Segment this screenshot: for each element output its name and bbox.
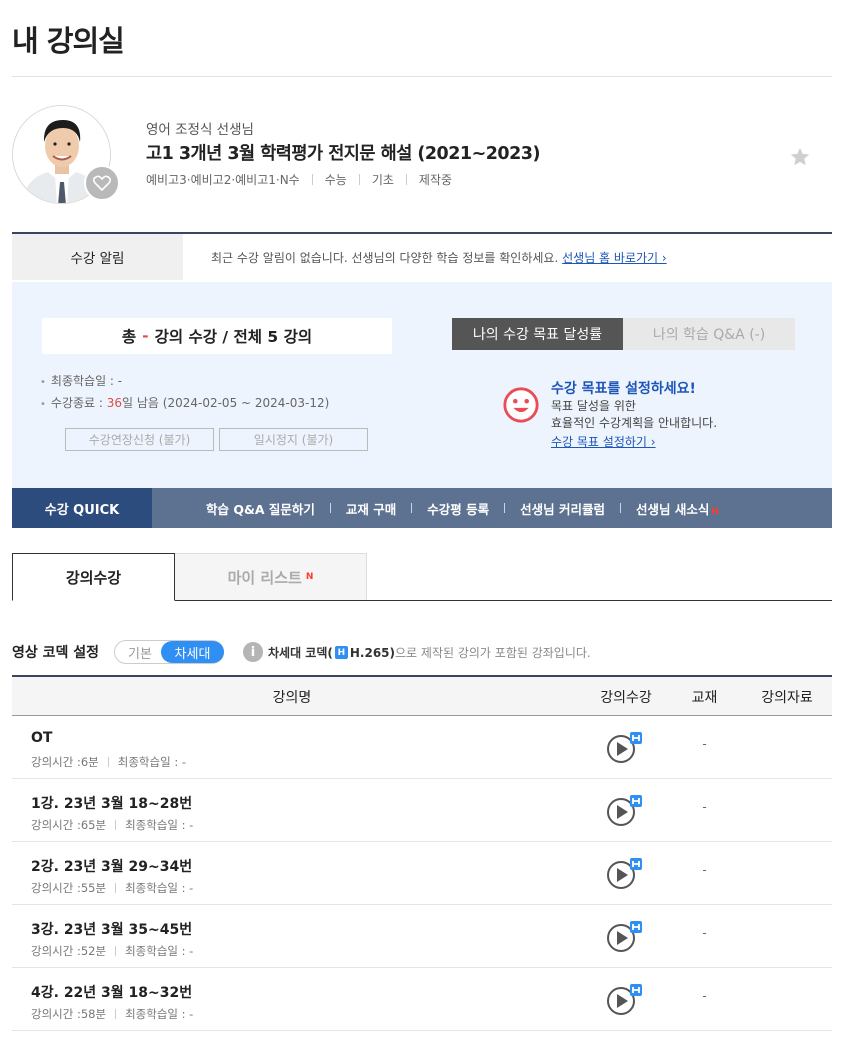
subject-teacher: 영어 조정식 선생님 [146,122,254,138]
lecture-title[interactable]: 3강. 23년 3월 35~45번 [31,919,192,939]
lecture-title[interactable]: 1강. 23년 3월 18~28번 [31,793,192,813]
codec-toggle[interactable]: 기본 차세대 [114,640,224,664]
goal-description: 목표 달성을 위한 효율적인 수강계획을 안내합니다. [551,398,717,432]
lecture-time-label: 강의시간 : [31,818,81,832]
lecture-last-study: 최종학습일 : - [125,1007,194,1021]
tab-my-list-label: 마이 리스트 [227,568,302,587]
play-icon[interactable] [606,983,646,1017]
lecture-time: 52분 [80,944,107,958]
lecture-book: - [702,926,707,940]
lecture-info: 강의시간 : 6분 최종학습일 : - [31,754,186,770]
lecture-time: 58분 [80,1007,107,1021]
play-icon[interactable] [606,857,646,891]
header-watch: 강의수강 [600,689,652,706]
meta-level: 기초 [371,173,394,187]
table-row: 4강. 22년 3월 18~32번강의시간 : 58분 최종학습일 : - - [12,968,832,1031]
lecture-title[interactable]: 2강. 23년 3월 29~34번 [31,856,192,876]
goal-desc-line2: 효율적인 수강계획을 안내합니다. [551,416,718,430]
goal-desc-line1: 목표 달성을 위한 [551,399,636,413]
lecture-table: 강의명 강의수강 교재 강의자료 OT 강의시간 : 6분 최종학습일 : - -1강… [12,675,832,1031]
header-lecture-name: 강의명 [272,689,312,706]
codec-option-next[interactable]: 차세대 [161,641,224,663]
play-icon[interactable] [606,794,646,828]
codec-option-basic[interactable]: 기본 [115,641,165,663]
table-header: 강의명 강의수강 교재 강의자료 [12,675,832,716]
course-meta: 예비고3·예비고2·예비고1·N수 수능 기초 제작중 [146,171,452,188]
notice-message: 최근 수강 알림이 없습니다. 선생님의 다양한 학습 정보를 확인하세요. [211,251,559,265]
course-title: 고1 3개년 3월 학력평가 전지문 해설 (2021~2023) [146,144,540,164]
new-badge: N [305,572,314,582]
meta-status: 제작중 [418,173,453,187]
lecture-book: - [702,989,707,1003]
pause-button[interactable]: 일시정지 (불가) [219,428,368,451]
days-remaining: 36 [106,396,123,410]
quick-links: 학습 Q&A 질문하기 교재 구매 수강평 등록 선생님 커리큘럼 선생님 새소… [206,488,719,528]
lecture-info: 강의시간 : 58분 최종학습일 : - [31,1006,193,1022]
set-goal-link[interactable]: 수강 목표 설정하기 › [551,433,656,450]
play-icon[interactable] [606,731,646,765]
tab-lecture[interactable]: 강의수강 [12,553,175,601]
study-info: 최종학습일 : - 수강종료 : 36일 남음 (2024-02-05 ~ 20… [40,371,329,415]
end-date: 수강종료 : 36일 남음 (2024-02-05 ~ 2024-03-12) [40,393,329,415]
codec-note: 차세대 코덱(H H.265) 으로 제작된 강의가 포함된 강좌입니다. [268,645,591,661]
lecture-time-label: 강의시간 : [31,881,81,895]
info-icon: i [243,642,263,662]
like-teacher-button[interactable] [84,165,120,201]
lecture-time-label: 강의시간 : [31,1007,81,1021]
quick-label: 수강 QUICK [12,488,152,528]
extend-button[interactable]: 수강연장신청 (불가) [65,428,214,451]
table-row: OT 강의시간 : 6분 최종학습일 : - - [12,716,832,779]
lecture-last-study: 최종학습일 : - [125,944,194,958]
lecture-title[interactable]: OT [31,730,52,746]
header-materials: 강의자료 [761,689,813,706]
lecture-book: - [702,737,707,751]
smile-icon [503,387,539,423]
table-row: 1강. 23년 3월 18~28번강의시간 : 65분 최종학습일 : - - [12,779,832,842]
tab-my-qna[interactable]: 나의 학습 Q&A (-) [623,318,795,350]
teacher-home-link[interactable]: 선생님 홈 바로가기 › [562,251,667,265]
lecture-book: - [702,863,707,877]
notice-label: 수강 알림 [70,251,125,267]
quick-link-review[interactable]: 수강평 등록 [427,499,489,518]
new-badge: N [711,506,719,517]
lecture-time: 55분 [80,881,107,895]
hevc-icon: H [334,646,348,659]
lecture-last-study: 최종학습일 : - [117,755,187,769]
lecture-title[interactable]: 4강. 22년 3월 18~32번 [31,982,192,1002]
lecture-time-label: 강의시간 : [31,755,81,769]
play-icon[interactable] [606,920,646,954]
lecture-time-label: 강의시간 : [31,944,81,958]
meta-exam: 수능 [324,173,347,187]
table-row: 2강. 23년 3월 29~34번강의시간 : 55분 최종학습일 : - - [12,842,832,905]
tab-goal-rate[interactable]: 나의 수강 목표 달성률 [452,318,623,350]
quick-link-qna[interactable]: 학습 Q&A 질문하기 [206,499,315,518]
notice-text: 최근 수강 알림이 없습니다. 선생님의 다양한 학습 정보를 확인하세요. 선… [211,249,667,266]
total-suffix: 강의 수강 / 전체 5 강의 [154,328,313,346]
quick-link-book[interactable]: 교재 구매 [346,499,396,518]
quick-link-curriculum[interactable]: 선생님 커리큘럼 [520,499,605,518]
lecture-time: 6분 [80,755,99,769]
total-prefix: 총 [121,328,137,346]
header-book: 교재 [691,689,718,706]
divider [12,76,832,77]
page-title: 내 강의실 [12,24,125,58]
tab-my-list[interactable]: 마이 리스트 N [175,553,367,600]
lecture-time: 65분 [80,818,107,832]
lecture-info: 강의시간 : 55분 최종학습일 : - [31,880,193,896]
goal-title: 수강 목표를 설정하세요! [551,381,696,397]
lecture-book: - [702,800,707,814]
lecture-info: 강의시간 : 52분 최종학습일 : - [31,943,193,959]
codec-label: 영상 코덱 설정 [12,645,100,661]
heart-icon [93,175,111,191]
last-study-date: 최종학습일 : - [40,371,329,393]
meta-target: 예비고3·예비고2·예비고1·N수 [146,173,300,187]
lecture-info: 강의시간 : 65분 최종학습일 : - [31,817,193,833]
star-icon[interactable] [789,146,811,168]
quick-link-news[interactable]: 선생님 새소식 N [636,499,719,518]
total-progress: 총 - 강의 수강 / 전체 5 강의 [42,318,392,354]
total-count: - [142,327,149,345]
table-row: 3강. 23년 3월 35~45번강의시간 : 52분 최종학습일 : - - [12,905,832,968]
lecture-last-study: 최종학습일 : - [125,818,194,832]
lecture-last-study: 최종학습일 : - [125,881,194,895]
